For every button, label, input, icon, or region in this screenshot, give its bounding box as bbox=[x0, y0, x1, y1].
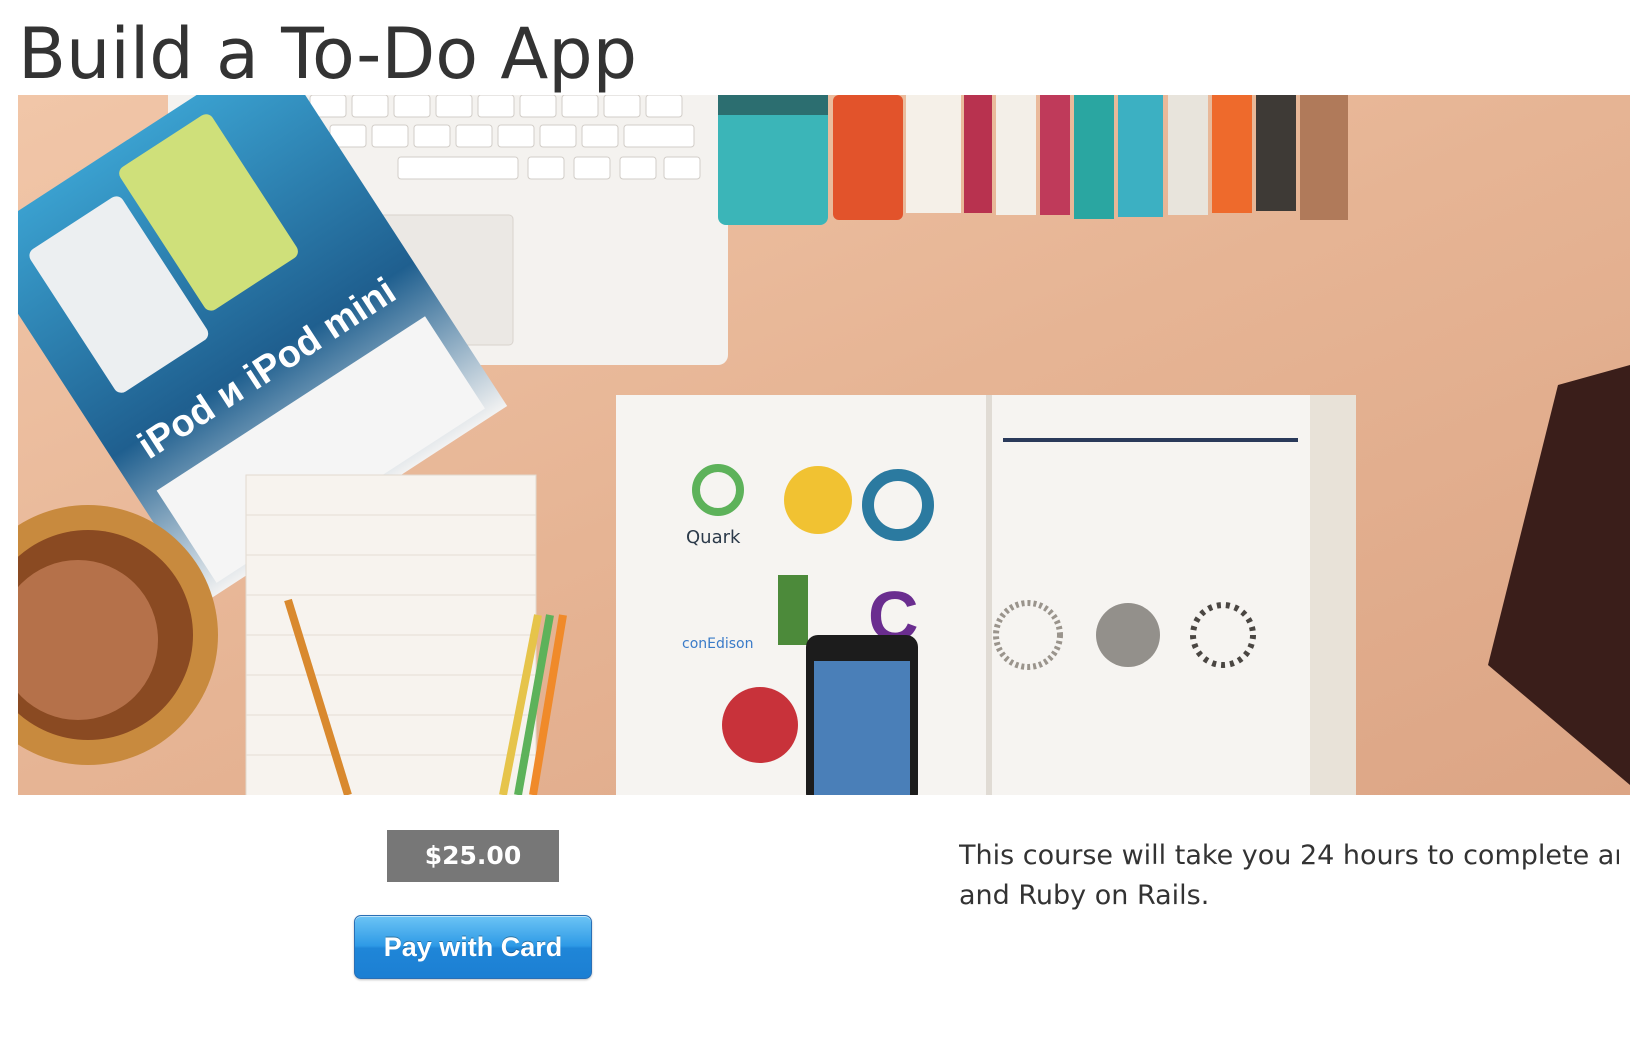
logo-book-illustration: Quark conEdison C bbox=[616, 395, 1356, 795]
svg-text:Quark: Quark bbox=[686, 527, 741, 548]
notebook-illustration bbox=[245, 474, 567, 795]
pay-with-card-button[interactable]: Pay with Card bbox=[354, 915, 592, 979]
svg-text:conEdison: conEdison bbox=[682, 636, 754, 652]
page-title: Build a To-Do App bbox=[18, 13, 638, 95]
page: Build a To-Do App iPod и iPod mini Quark… bbox=[0, 0, 1630, 1058]
hero-image: iPod и iPod mini Quark conEdison C bbox=[18, 95, 1630, 795]
course-description-line-1: This course will take you 24 hours to co… bbox=[959, 840, 1619, 871]
price-badge: $25.00 bbox=[387, 830, 559, 882]
course-description-line-2: and Ruby on Rails. bbox=[959, 880, 1210, 911]
course-description: This course will take you 24 hours to co… bbox=[959, 836, 1619, 916]
